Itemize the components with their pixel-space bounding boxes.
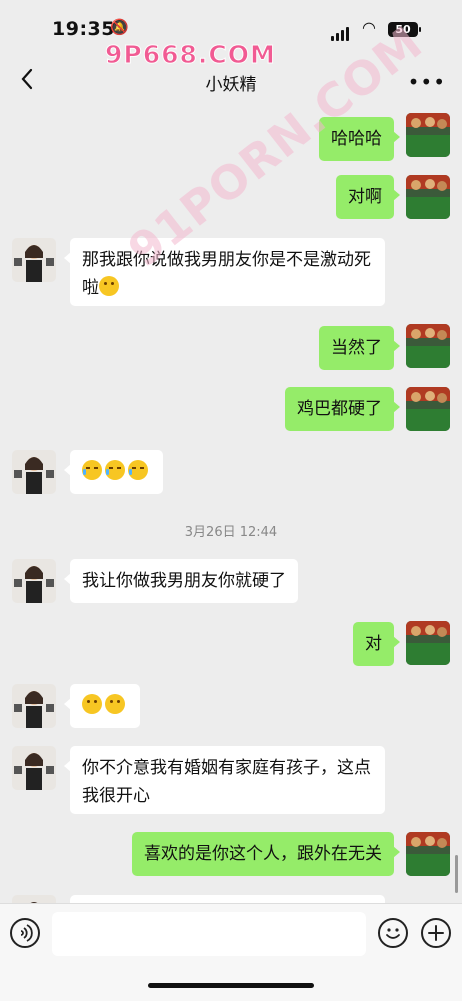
- my-avatar[interactable]: [406, 832, 450, 876]
- partial-bubble: [70, 895, 385, 903]
- smile-icon: [386, 928, 400, 939]
- message-bubble-her[interactable]: [64, 450, 163, 494]
- contact-avatar[interactable]: [12, 450, 56, 494]
- partial-message-row: [0, 893, 462, 903]
- message-bubble-me[interactable]: 对: [353, 622, 400, 666]
- more-dots-icon: •••: [407, 70, 446, 94]
- thinking-emoji-icon: [99, 276, 119, 296]
- my-avatar[interactable]: [406, 175, 450, 219]
- plus-icon: [428, 925, 444, 941]
- thinking-emoji-icon: [82, 694, 102, 714]
- message-input[interactable]: [52, 912, 366, 956]
- message-bubble-me[interactable]: 当然了: [319, 326, 400, 370]
- message-bubble-her[interactable]: [64, 684, 140, 728]
- crying-laughing-emoji-icon: [128, 460, 148, 480]
- contact-avatar[interactable]: [12, 746, 56, 790]
- contact-avatar[interactable]: [12, 684, 56, 728]
- mute-bell-icon: 🔕: [110, 18, 129, 36]
- thinking-emoji-icon: [105, 694, 125, 714]
- crying-laughing-emoji-icon: [105, 460, 125, 480]
- message-timestamp: 3月26日 12:44: [184, 525, 278, 540]
- my-avatar[interactable]: [406, 621, 450, 665]
- contact-avatar[interactable]: [12, 895, 56, 903]
- message-text: 那我跟你说做我男朋友你是不是激动死啦: [82, 250, 371, 298]
- message-bubble-her[interactable]: 你不介意我有婚姻有家庭有孩子，这点我很开心: [64, 746, 385, 814]
- message-bubble-me[interactable]: 喜欢的是你这个人，跟外在无关: [132, 832, 400, 876]
- plus-button[interactable]: [421, 918, 451, 948]
- home-indicator: [148, 983, 314, 988]
- scrollbar[interactable]: [455, 855, 458, 893]
- crying-laughing-emoji-icon: [82, 460, 102, 480]
- message-bubble-me[interactable]: 鸡巴都硬了: [285, 387, 400, 431]
- my-avatar[interactable]: [406, 324, 450, 368]
- status-time: 19:35: [52, 18, 115, 40]
- message-bubble-her[interactable]: 我让你做我男朋友你就硬了: [64, 559, 298, 603]
- contact-avatar[interactable]: [12, 238, 56, 282]
- my-avatar[interactable]: [406, 113, 450, 157]
- message-bubble-her[interactable]: 那我跟你说做我男朋友你是不是激动死啦: [64, 238, 385, 306]
- more-button[interactable]: •••: [408, 70, 446, 94]
- signal-icon: [331, 22, 351, 41]
- message-bubble-me[interactable]: 对啊: [336, 175, 400, 219]
- emoji-button[interactable]: [378, 918, 408, 948]
- contact-avatar[interactable]: [12, 559, 56, 603]
- my-avatar[interactable]: [406, 387, 450, 431]
- voice-icon: [20, 924, 33, 942]
- voice-button[interactable]: [10, 918, 40, 948]
